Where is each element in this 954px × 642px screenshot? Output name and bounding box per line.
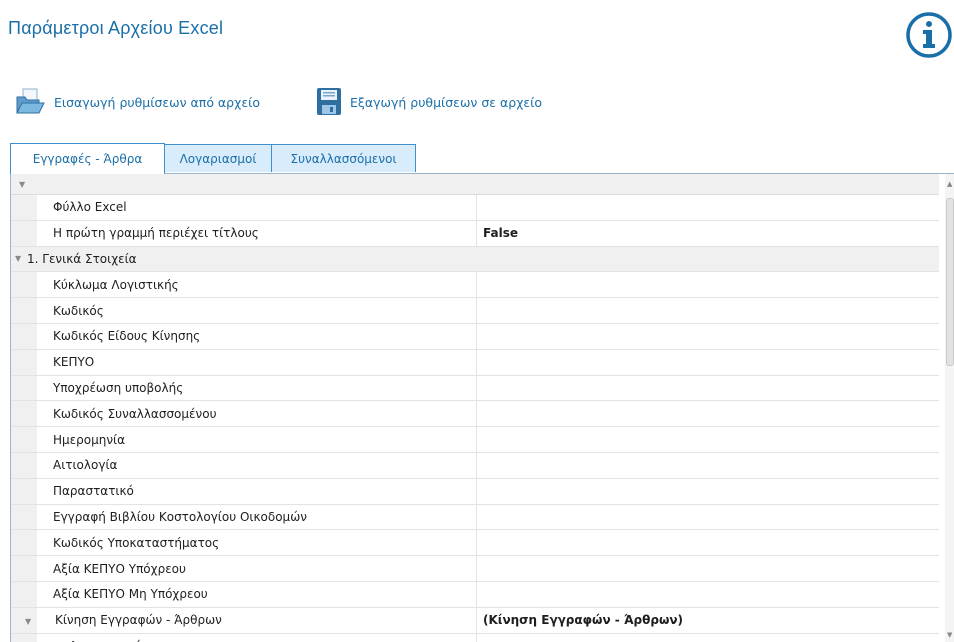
property-value[interactable] [478, 634, 939, 642]
row-gutter [11, 349, 37, 375]
property-value[interactable] [478, 376, 939, 401]
property-name: ΚΕΠΥΟ [37, 349, 477, 375]
property-value[interactable] [478, 298, 939, 323]
info-circle-icon[interactable] [902, 10, 954, 60]
row-gutter [11, 323, 37, 349]
property-grid: ▼ Φύλλο Excel Η πρώτη γραμμή περιέχει τί… [10, 173, 954, 642]
category-row[interactable]: ▼ 1. Γενικά Στοιχεία [11, 246, 939, 273]
category-label: 1. Γενικά Στοιχεία [27, 251, 137, 266]
property-row[interactable]: Φύλλο Excel [11, 195, 939, 221]
row-gutter [11, 478, 37, 504]
property-row[interactable]: Αιτιολογία [11, 452, 939, 479]
property-name: Κωδικός Είδους Κίνησης [37, 323, 477, 349]
property-row[interactable]: Κωδικός [11, 298, 939, 324]
collapse-arrow-icon[interactable]: ▼ [15, 254, 21, 263]
tab-label: Συναλλασσόμενοι [290, 151, 397, 166]
property-value[interactable] [478, 350, 939, 375]
scroll-down-arrow-icon[interactable]: ▼ [947, 631, 952, 639]
row-gutter [11, 633, 37, 642]
property-value[interactable] [478, 556, 939, 581]
property-value[interactable]: False [478, 221, 939, 246]
property-value[interactable]: (Κίνηση Εγγραφών - Άρθρων) [478, 608, 939, 633]
row-gutter [11, 556, 37, 581]
property-value[interactable] [478, 427, 939, 452]
property-row[interactable]: Αξία ΚΕΠΥΟ Υπόχρεου [11, 556, 939, 582]
property-name: Αξία ΚΕΠΥΟ Υπόχρεου [37, 556, 477, 581]
property-row[interactable]: Κύκλωμα Λογιστικής [11, 272, 939, 299]
row-gutter [11, 298, 37, 323]
row-gutter [11, 452, 37, 478]
row-gutter [11, 581, 37, 607]
property-row[interactable]: Λογαριασμός [11, 633, 939, 642]
window-title: Παράμετροι Αρχείου Excel [8, 18, 224, 38]
property-name: Κίνηση Εγγραφών - Άρθρων [37, 607, 477, 633]
property-row[interactable]: Παραστατικό [11, 478, 939, 505]
property-value[interactable] [478, 505, 939, 530]
property-value[interactable] [478, 324, 939, 349]
row-gutter [11, 530, 37, 556]
row-gutter [11, 272, 37, 298]
export-settings-label: Εξαγωγή ρυθμίσεων σε αρχείο [350, 94, 543, 110]
property-name: Αξία ΚΕΠΥΟ Μη Υπόχρεου [37, 581, 477, 607]
import-settings-label: Εισαγωγή ρυθμίσεων από αρχείο [54, 94, 260, 110]
floppy-disk-icon [317, 88, 341, 115]
property-row[interactable]: Εγγραφή Βιβλίου Κοστολογίου Οικοδομών [11, 504, 939, 531]
subgroup-row[interactable]: ▼ Κίνηση Εγγραφών - Άρθρων (Κίνηση Εγγρα… [11, 607, 939, 634]
property-name: Εγγραφή Βιβλίου Κοστολογίου Οικοδομών [37, 504, 477, 530]
tab-label: Εγγραφές - Άρθρα [32, 152, 143, 166]
row-gutter [11, 427, 37, 452]
category-header: ▼ 1. Γενικά Στοιχεία [11, 246, 939, 272]
import-settings-button[interactable]: Εισαγωγή ρυθμίσεων από αρχείο [14, 82, 260, 122]
tab-accounts[interactable]: Λογαριασμοί [164, 144, 272, 172]
row-gutter [11, 504, 37, 530]
tab-entries-articles[interactable]: Εγγραφές - Άρθρα [10, 143, 165, 174]
property-name: Λογαριασμός [37, 633, 477, 642]
property-value[interactable] [478, 479, 939, 504]
grid-header: ▼ [11, 174, 939, 195]
row-gutter [11, 401, 37, 427]
property-name: Αιτιολογία [37, 452, 477, 478]
row-gutter [11, 375, 37, 401]
export-settings-button[interactable]: Εξαγωγή ρυθμίσεων σε αρχείο [314, 82, 542, 122]
property-value[interactable] [478, 195, 939, 220]
row-gutter [11, 220, 37, 246]
collapse-arrow-icon[interactable]: ▼ [19, 180, 25, 189]
property-row[interactable]: Κωδικός Υποκαταστήματος [11, 530, 939, 557]
property-rows: Φύλλο Excel Η πρώτη γραμμή περιέχει τίτλ… [11, 195, 939, 642]
property-value[interactable] [478, 272, 939, 297]
property-value[interactable] [478, 401, 939, 426]
vertical-scrollbar[interactable]: ▲ ▼ [945, 174, 954, 642]
property-name: Κωδικός [37, 298, 477, 323]
row-gutter [11, 195, 37, 220]
property-name: Φύλλο Excel [37, 195, 477, 220]
property-value[interactable] [478, 530, 939, 555]
row-gutter: ▼ [11, 607, 37, 633]
property-row[interactable]: Ημερομηνία [11, 427, 939, 453]
property-value[interactable] [478, 582, 939, 607]
collapse-arrow-icon[interactable]: ▼ [25, 617, 31, 626]
scrollbar-thumb[interactable] [946, 198, 954, 366]
property-value[interactable] [478, 453, 939, 478]
tab-label: Λογαριασμοί [179, 151, 257, 166]
property-name: Ημερομηνία [37, 427, 477, 452]
property-row[interactable]: ΚΕΠΥΟ [11, 349, 939, 376]
property-row[interactable]: Η πρώτη γραμμή περιέχει τίτλους False [11, 220, 939, 247]
property-name: Κωδικός Συναλλασσομένου [37, 401, 477, 427]
property-row[interactable]: Υποχρέωση υποβολής [11, 375, 939, 402]
property-name: Κωδικός Υποκαταστήματος [37, 530, 477, 556]
property-name: Παραστατικό [37, 478, 477, 504]
property-row[interactable]: Κωδικός Συναλλασσομένου [11, 401, 939, 428]
property-row[interactable]: Κωδικός Είδους Κίνησης [11, 323, 939, 350]
scroll-up-arrow-icon[interactable]: ▲ [947, 180, 952, 188]
folder-open-icon [16, 88, 45, 114]
tab-counterparties[interactable]: Συναλλασσόμενοι [271, 144, 416, 172]
property-row[interactable]: Αξία ΚΕΠΥΟ Μη Υπόχρεου [11, 581, 939, 608]
property-name: Κύκλωμα Λογιστικής [37, 272, 477, 298]
property-name: Η πρώτη γραμμή περιέχει τίτλους [37, 220, 477, 246]
property-name: Υποχρέωση υποβολής [37, 375, 477, 401]
